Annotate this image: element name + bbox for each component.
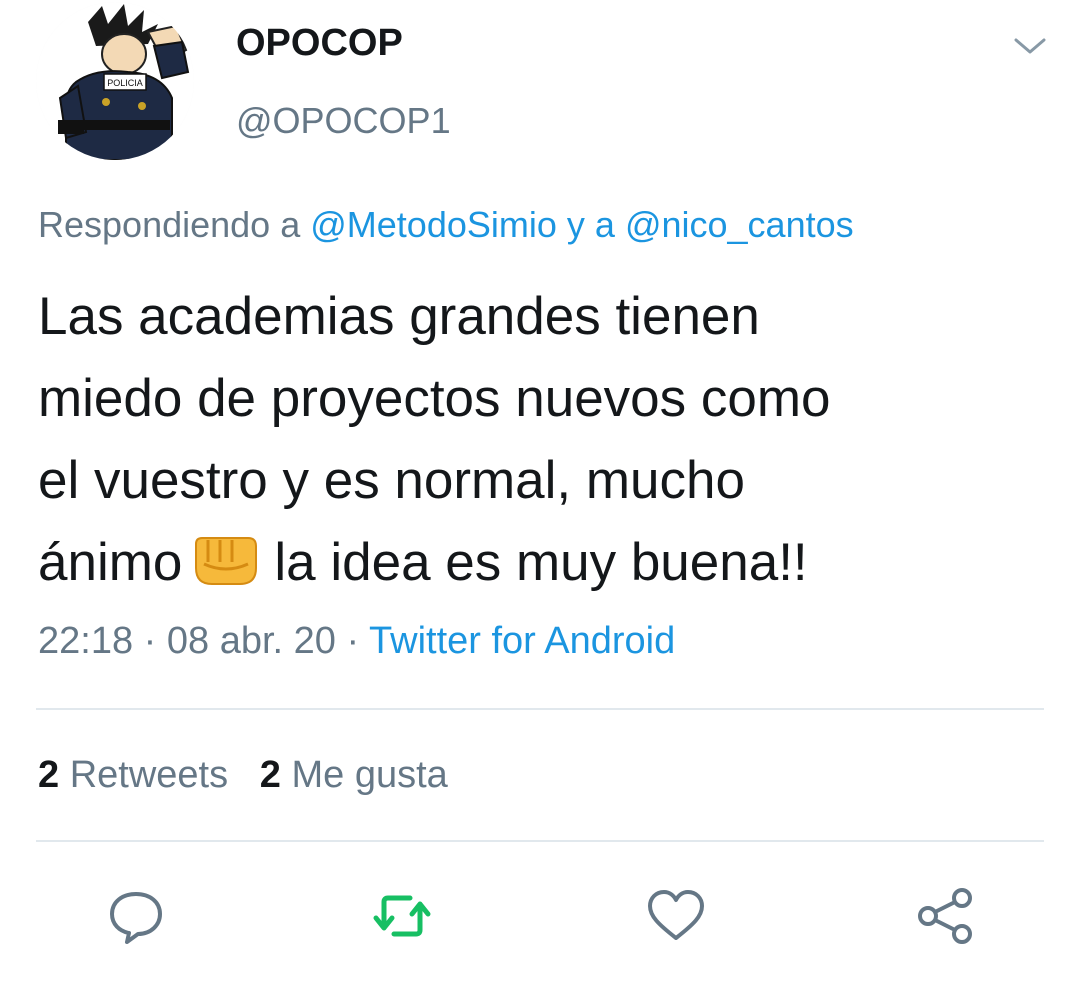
likes-count: 2 — [259, 754, 281, 796]
tweet-line: miedo de proyectos nuevos como — [38, 369, 831, 428]
author-avatar[interactable]: POLICIA — [36, 2, 194, 160]
share-button[interactable] — [914, 884, 978, 948]
tweet-line-segment: la idea es muy buena!! — [274, 533, 808, 592]
retweets-stat[interactable]: 2 Retweets — [38, 754, 228, 796]
tweet-line: ánimo la idea es muy buena!! — [38, 522, 1048, 604]
meta-separator: · — [346, 620, 360, 662]
meta-separator: · — [143, 620, 157, 662]
tweet-line: el vuestro y es normal, mucho — [38, 451, 745, 510]
replying-to-prefix: Respondiendo a — [38, 204, 301, 245]
retweet-button[interactable] — [370, 884, 434, 948]
tweet-meta: 22:18 · 08 abr. 20 · Twitter for Android — [38, 620, 675, 663]
author-handle[interactable]: @OPOCOP1 — [236, 100, 451, 142]
share-icon — [918, 888, 972, 944]
chevron-down-icon — [1014, 38, 1046, 54]
tweet-line-segment: ánimo — [38, 533, 183, 592]
like-button[interactable] — [644, 884, 708, 948]
avatar-illustration: POLICIA — [36, 2, 194, 160]
tweet-stats: 2 Retweets 2 Me gusta — [38, 754, 448, 797]
retweet-icon — [373, 895, 431, 937]
tweet-line: Las academias grandes tienen — [38, 287, 760, 346]
retweets-count: 2 — [38, 754, 60, 796]
divider — [36, 840, 1044, 842]
likes-stat[interactable]: 2 Me gusta — [260, 754, 448, 796]
tweet-date: 08 abr. 20 — [166, 620, 336, 662]
avatar-badge-text: POLICIA — [107, 78, 143, 88]
tweet-options-button[interactable] — [1008, 30, 1052, 62]
replying-to: Respondiendo a @MetodoSimio y a @nico_ca… — [38, 204, 854, 246]
heart-icon — [648, 890, 704, 940]
reply-connector: y a — [566, 204, 615, 245]
reply-button[interactable] — [104, 884, 168, 948]
divider — [36, 708, 1044, 710]
tweet-text: Las academias grandes tienen miedo de pr… — [38, 276, 1048, 604]
tweet-time: 22:18 — [38, 620, 134, 662]
author-display-name[interactable]: OPOCOP — [236, 22, 403, 65]
retweets-label: Retweets — [69, 754, 229, 796]
tweet-source-link[interactable]: Twitter for Android — [369, 620, 675, 662]
reply-icon — [110, 892, 162, 944]
likes-label: Me gusta — [291, 754, 448, 796]
reply-mention-link[interactable]: @MetodoSimio — [310, 204, 557, 245]
raised-fist-icon — [190, 528, 260, 585]
reply-mention-link[interactable]: @nico_cantos — [625, 204, 854, 245]
